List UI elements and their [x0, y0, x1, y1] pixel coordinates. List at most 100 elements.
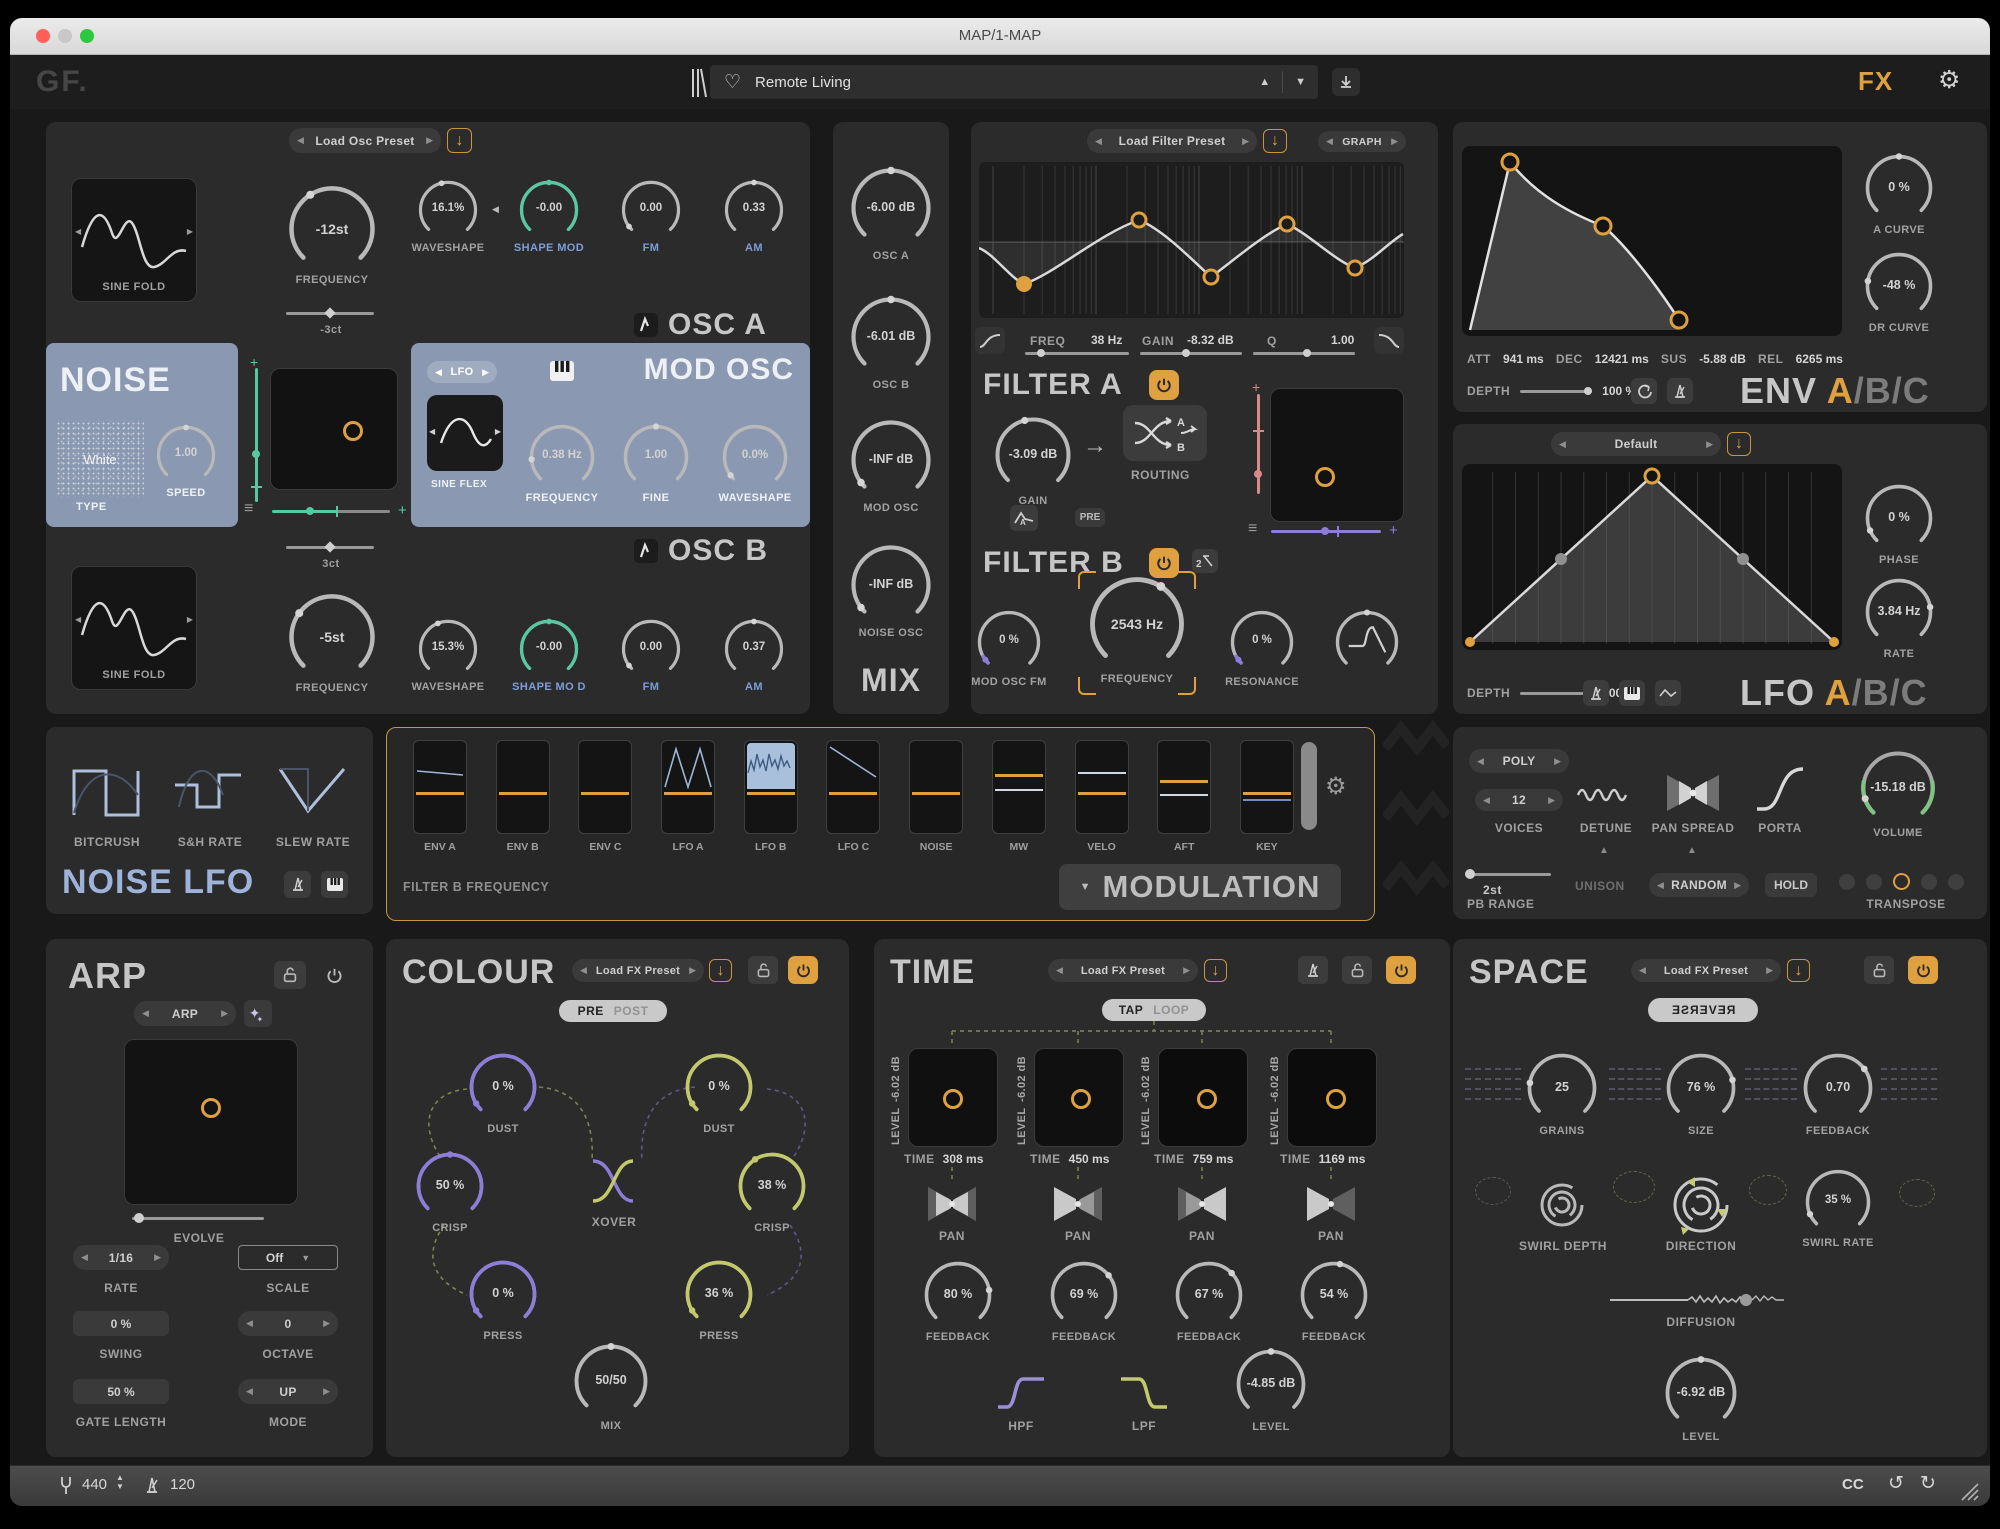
- wave-next-arrow-icon[interactable]: ▶: [187, 227, 193, 236]
- mod-slot-noise[interactable]: NOISE: [909, 740, 963, 853]
- arp-lock-button[interactable]: [274, 961, 306, 989]
- osc-b-frequency-knob[interactable]: -5stFREQUENCY: [287, 592, 377, 694]
- filter-b-power-button[interactable]: [1149, 548, 1179, 578]
- pan-collapse-icon[interactable]: ▲: [1687, 845, 1697, 856]
- mod-slot-env-c[interactable]: ENV C: [578, 740, 632, 853]
- settings-gear-icon[interactable]: ⚙: [1938, 65, 1960, 95]
- prev-arrow-icon[interactable]: ◀: [297, 135, 304, 146]
- next-arrow-icon[interactable]: ▶: [426, 135, 433, 146]
- filter-xy-pad[interactable]: [1270, 388, 1404, 522]
- tap4-time[interactable]: TIME1169 ms: [1280, 1152, 1365, 1166]
- lfo-phase-knob[interactable]: 0 %PHASE: [1863, 482, 1935, 566]
- pan-spread-icon[interactable]: [1665, 769, 1721, 817]
- menu-icon[interactable]: ≡: [1248, 520, 1257, 538]
- colour-lock-button[interactable]: [748, 956, 778, 984]
- mix-osc-b-knob[interactable]: -6.01 dBOSC B: [849, 295, 933, 391]
- tempo-metronome-icon[interactable]: [144, 1476, 160, 1495]
- space-preset-selector[interactable]: ◀Load FX Preset▶: [1631, 959, 1781, 982]
- tap3-feedback-knob[interactable]: 67 %FEEDBACK: [1173, 1259, 1245, 1343]
- osc-preset-selector[interactable]: ◀Load Osc Preset▶: [289, 128, 441, 153]
- keytrack-piano-icon[interactable]: [549, 360, 575, 382]
- mod-slot-env-b[interactable]: ENV B: [496, 740, 550, 853]
- arp-power-button[interactable]: [318, 961, 350, 989]
- hold-button[interactable]: HOLD: [1765, 873, 1817, 897]
- wave-prev-arrow-icon[interactable]: ◀: [429, 427, 435, 436]
- mod-osc-frequency-knob[interactable]: 0.38 HzFREQUENCY: [527, 422, 597, 504]
- mod-slot-env-a[interactable]: ENV A: [413, 740, 467, 853]
- voice-count-selector[interactable]: ◀12▶: [1475, 789, 1563, 811]
- filter-pre-button[interactable]: PRE: [1075, 508, 1105, 527]
- lfo-wave-mode-button[interactable]: [1655, 680, 1681, 706]
- tap1-level[interactable]: LEVEL-6.02 dB: [890, 1048, 902, 1145]
- space-preset-save-button[interactable]: ↓: [1787, 959, 1810, 982]
- time-level-knob[interactable]: -4.85 dBLEVEL: [1234, 1347, 1308, 1433]
- mod-osc-source-selector[interactable]: ◀LFO▶: [427, 361, 497, 383]
- eq-highpass-icon[interactable]: [975, 327, 1005, 354]
- eq-freq-slider[interactable]: [1025, 352, 1129, 355]
- space-reverse-button[interactable]: REVERSE: [1648, 998, 1758, 1022]
- pan-random-selector[interactable]: ◀RANDOM▶: [1649, 873, 1749, 897]
- colour-press-right-knob[interactable]: 36 %PRESS: [683, 1258, 755, 1342]
- tuning-fork-icon[interactable]: [58, 1475, 74, 1497]
- modulation-header[interactable]: ▼ MODULATION: [1059, 864, 1341, 910]
- filter-b-slope-button[interactable]: 2: [1192, 549, 1218, 573]
- lfo-keytrack-piano-button[interactable]: [1619, 680, 1645, 706]
- filter-a-type-icon[interactable]: A: [1010, 505, 1038, 531]
- tap1-xy-pad[interactable]: [908, 1048, 998, 1147]
- tap4-xy-pad[interactable]: [1287, 1048, 1377, 1147]
- colour-mix-knob[interactable]: 50/50MIX: [572, 1342, 650, 1432]
- osc-preset-save-button[interactable]: ↓: [447, 128, 472, 153]
- detune-icon[interactable]: [1575, 783, 1637, 805]
- colour-crisp-left-knob[interactable]: 50 %CRISP: [414, 1150, 486, 1234]
- colour-preset-selector[interactable]: ◀Load FX Preset▶: [572, 959, 704, 982]
- tap3-time[interactable]: TIME759 ms: [1154, 1152, 1233, 1166]
- tap2-level[interactable]: LEVEL-6.02 dB: [1016, 1048, 1028, 1145]
- lpf-icon[interactable]: [1117, 1371, 1171, 1413]
- mix-osc-a-knob[interactable]: -6.00 dBOSC A: [849, 166, 933, 262]
- tuning-value[interactable]: 440: [82, 1476, 107, 1493]
- hpf-icon[interactable]: [994, 1371, 1048, 1413]
- slew-rate-wave-icon[interactable]: [274, 755, 352, 827]
- mod-slot-velo[interactable]: VELO: [1075, 740, 1129, 853]
- sh-rate-wave-icon[interactable]: [171, 755, 249, 827]
- swirl-depth-spiral-icon[interactable]: [1530, 1173, 1594, 1237]
- arp-pattern-selector[interactable]: ◀ARP▶: [134, 1001, 236, 1026]
- mix-noise-osc-knob[interactable]: -INF dBNOISE OSC: [849, 543, 933, 639]
- lfo-graph[interactable]: [1462, 464, 1842, 650]
- eq-q-slider[interactable]: [1253, 352, 1355, 355]
- mod-slot-lfo-a[interactable]: LFO A: [661, 740, 715, 853]
- osc-a-fm-knob[interactable]: 0.00FM: [619, 178, 683, 254]
- arp-gate-field[interactable]: 50 %: [73, 1379, 169, 1404]
- noise-lfo-piano-button[interactable]: [321, 871, 348, 898]
- lfo-preset-selector[interactable]: ◀Default▶: [1551, 432, 1721, 456]
- env-loop-button[interactable]: [1631, 378, 1657, 404]
- wave-prev-arrow-icon[interactable]: ◀: [75, 615, 81, 624]
- tap3-xy-pad[interactable]: [1158, 1048, 1248, 1147]
- tempo-value[interactable]: 120: [170, 1476, 195, 1493]
- space-grains-knob[interactable]: 25GRAINS: [1525, 1051, 1599, 1137]
- mod-slot-key[interactable]: KEY: [1240, 740, 1294, 853]
- mix-mod-osc-knob[interactable]: -INF dBMOD OSC: [849, 418, 933, 514]
- voice-mode-selector[interactable]: ◀POLY▶: [1469, 749, 1569, 773]
- colour-pre-post-toggle[interactable]: PREPOST: [559, 1000, 667, 1022]
- arp-evolve-slider[interactable]: [132, 1217, 264, 1220]
- env-graph[interactable]: [1462, 146, 1842, 336]
- noise-lfo-metronome-button[interactable]: [284, 871, 311, 898]
- mod-slot-mw[interactable]: MW: [992, 740, 1046, 853]
- pb-range-slider[interactable]: [1465, 873, 1551, 876]
- diffusion-slider[interactable]: [1608, 1291, 1798, 1309]
- xover-icon[interactable]: [585, 1153, 641, 1209]
- lfo-sync-metronome-button[interactable]: [1583, 680, 1609, 706]
- env-sync-metronome-button[interactable]: [1667, 378, 1693, 404]
- noise-speed-knob[interactable]: 1.00SPEED: [154, 423, 218, 499]
- space-swirl-rate-knob[interactable]: 35 %SWIRL RATE: [1803, 1167, 1873, 1249]
- env-a-curve-knob[interactable]: 0 %A CURVE: [1863, 152, 1935, 236]
- collapse-triangle-icon[interactable]: ▼: [1080, 881, 1091, 893]
- space-size-knob[interactable]: 76 %SIZE: [1664, 1051, 1738, 1137]
- osc-b-wave-display[interactable]: ◀ ▶ SINE FOLD: [71, 566, 197, 690]
- env-dr-curve-knob[interactable]: -48 %DR CURVE: [1863, 250, 1935, 334]
- filter-preset-save-button[interactable]: ↓: [1263, 129, 1287, 153]
- colour-power-button[interactable]: [788, 956, 818, 984]
- colour-press-left-knob[interactable]: 0 %PRESS: [467, 1258, 539, 1342]
- tap2-feedback-knob[interactable]: 69 %FEEDBACK: [1048, 1259, 1120, 1343]
